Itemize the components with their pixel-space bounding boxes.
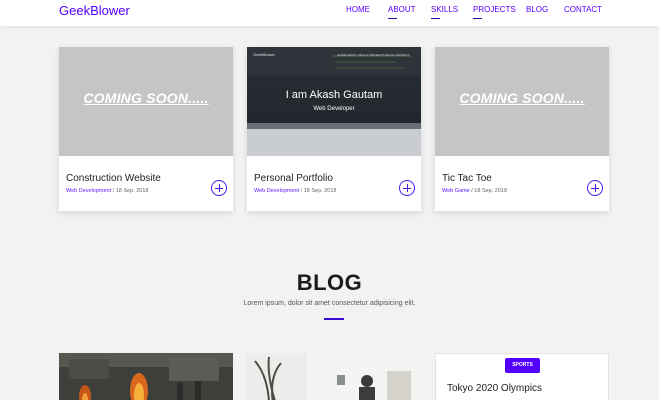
project-title: Personal Portfolio bbox=[254, 173, 333, 184]
nav-skills-label: SKILLS bbox=[431, 5, 459, 14]
navbar: GeekBlower HOME ABOUT SKILLS PROJECTS BL… bbox=[0, 0, 659, 26]
plus-circle-icon[interactable] bbox=[211, 180, 227, 196]
blog-photo bbox=[59, 353, 233, 400]
project-image: COMING SOON..... bbox=[435, 47, 609, 156]
project-date: / 18 Sep. 2018 bbox=[469, 188, 508, 194]
project-meta: Web Development / 18 Sep. 2018 bbox=[254, 188, 336, 194]
project-image: COMING SOON..... bbox=[59, 47, 233, 156]
nav-skills[interactable]: SKILLS bbox=[431, 5, 459, 19]
project-category[interactable]: Web Development bbox=[254, 188, 299, 194]
plus-circle-icon[interactable] bbox=[399, 180, 415, 196]
svg-text:GeekBlower: GeekBlower bbox=[253, 52, 275, 57]
blog-heading: BLOG bbox=[296, 270, 363, 295]
project-date: / 18 Sep. 2018 bbox=[111, 188, 149, 194]
heading-divider bbox=[324, 318, 344, 320]
nav-contact[interactable]: CONTACT bbox=[564, 5, 602, 14]
laptop-photo: GeekBlower HOME ABOUT SKILLS PROJECTS BL… bbox=[247, 47, 421, 156]
project-date: / 18 Sep. 2018 bbox=[299, 188, 337, 194]
nav-about-label: ABOUT bbox=[388, 5, 416, 14]
project-meta: Web Game / 18 Sep. 2018 bbox=[442, 188, 507, 194]
coming-soon-text: COMING SOON..... bbox=[459, 90, 585, 106]
hero-heading: I am Akash Gautam bbox=[285, 89, 383, 101]
project-title: Tic Tac Toe bbox=[442, 173, 492, 184]
blog-card-olympics[interactable]: SPORTS Tokyo 2020 Olympics bbox=[435, 353, 609, 400]
project-category[interactable]: Web Development bbox=[66, 188, 111, 194]
nav-underline bbox=[388, 18, 397, 19]
project-card-construction[interactable]: COMING SOON..... Construction Website We… bbox=[59, 47, 233, 211]
nav-underline bbox=[431, 18, 440, 19]
nav-home[interactable]: HOME bbox=[346, 5, 370, 14]
project-card-tictactoe[interactable]: COMING SOON..... Tic Tac Toe Web Game / … bbox=[435, 47, 609, 211]
nav-projects-label: PROJECTS bbox=[473, 5, 516, 14]
category-badge[interactable]: SPORTS bbox=[505, 358, 540, 373]
project-title: Construction Website bbox=[66, 173, 161, 184]
project-image: GeekBlower HOME ABOUT SKILLS PROJECTS BL… bbox=[247, 47, 421, 156]
nav-projects[interactable]: PROJECTS bbox=[473, 5, 516, 19]
coming-soon-text: COMING SOON..... bbox=[83, 90, 209, 106]
nav-about[interactable]: ABOUT bbox=[388, 5, 416, 19]
blog-post-title[interactable]: Tokyo 2020 Olympics bbox=[447, 383, 542, 394]
svg-text:HOME ABOUT SKILLS PROJEC: HOME ABOUT SKILLS PROJECTS BLOG CONTACT bbox=[337, 53, 409, 57]
nav-blog[interactable]: BLOG bbox=[526, 5, 548, 14]
project-category[interactable]: Web Game bbox=[442, 188, 470, 194]
blog-card-protest[interactable] bbox=[59, 353, 233, 400]
brand-logo[interactable]: GeekBlower bbox=[59, 3, 130, 18]
blog-subtitle: Lorem ipsum, dolor sit amet consectetur … bbox=[243, 300, 416, 307]
plus-circle-icon[interactable] bbox=[587, 180, 603, 196]
hero-subheading: Web Developer bbox=[313, 106, 355, 112]
nav-underline bbox=[473, 18, 482, 19]
project-card-portfolio[interactable]: GeekBlower HOME ABOUT SKILLS PROJECTS BL… bbox=[247, 47, 421, 211]
blog-photo bbox=[247, 353, 421, 400]
blog-card-office[interactable] bbox=[247, 353, 421, 400]
project-meta: Web Development / 18 Sep. 2018 bbox=[66, 188, 148, 194]
